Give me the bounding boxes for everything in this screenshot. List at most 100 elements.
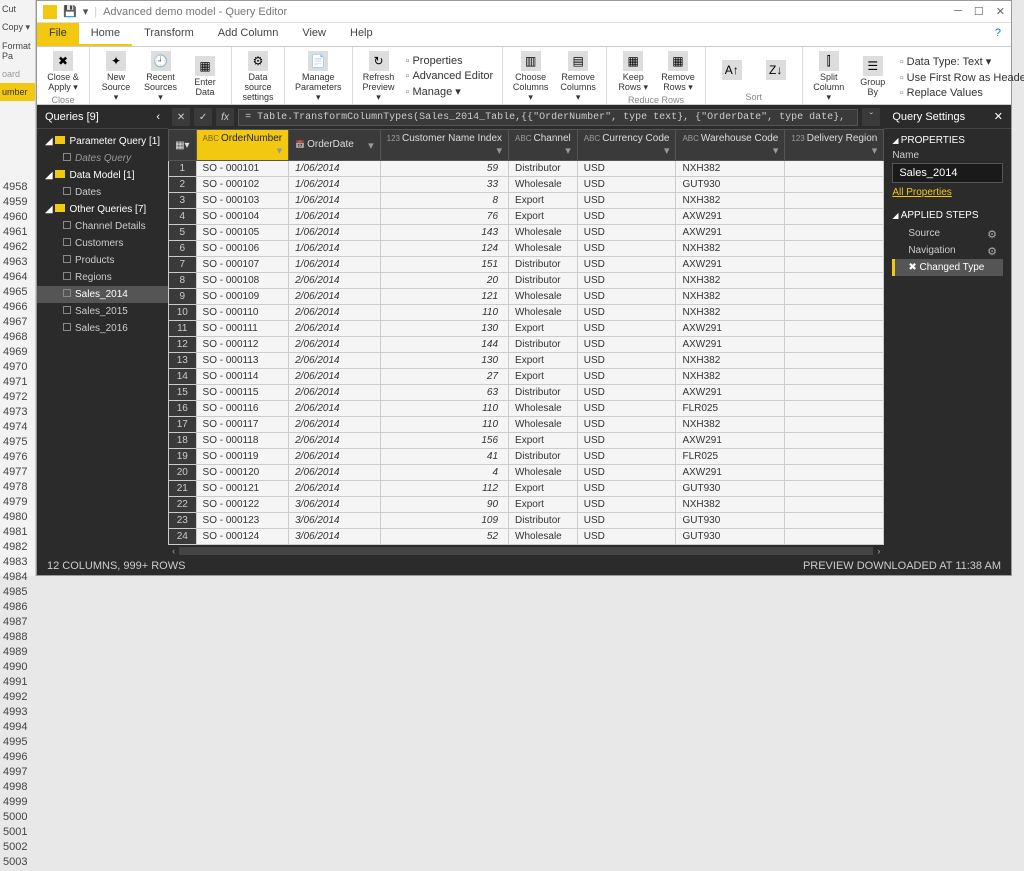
column-header[interactable]: 123Delivery Region▾	[785, 130, 884, 161]
table-row[interactable]: 10SO - 0001102/06/2014110WholesaleUSDNXH…	[169, 305, 884, 321]
formula-commit-button[interactable]: ✓	[194, 108, 212, 126]
cell[interactable]: SO - 000105	[196, 225, 289, 241]
query-item[interactable]: Channel Details	[37, 218, 168, 235]
cell[interactable]: USD	[577, 273, 676, 289]
cell[interactable]: Distributor	[509, 513, 578, 529]
manage-button[interactable]: Manage ▾	[403, 84, 497, 99]
cell[interactable]: 144	[380, 337, 508, 353]
cell[interactable]	[785, 305, 884, 321]
table-row[interactable]: 20SO - 0001202/06/20144WholesaleUSDAXW29…	[169, 465, 884, 481]
row-number[interactable]: 20	[169, 465, 196, 481]
cell[interactable]: 76	[380, 209, 508, 225]
cell[interactable]: Wholesale	[509, 241, 578, 257]
table-row[interactable]: 17SO - 0001172/06/2014110WholesaleUSDNXH…	[169, 417, 884, 433]
tab-transform[interactable]: Transform	[132, 23, 206, 46]
table-row[interactable]: 15SO - 0001152/06/201463DistributorUSDAX…	[169, 385, 884, 401]
cell[interactable]: 143	[380, 225, 508, 241]
cell[interactable]: USD	[577, 225, 676, 241]
cell[interactable]: Distributor	[509, 337, 578, 353]
row-number[interactable]: 14	[169, 369, 196, 385]
cell[interactable]: SO - 000124	[196, 529, 289, 545]
cell[interactable]: USD	[577, 177, 676, 193]
close-apply-button[interactable]: ✖Close & Apply ▾	[43, 49, 83, 95]
query-group[interactable]: ◢ Other Queries [7]	[37, 201, 168, 218]
cell[interactable]	[785, 385, 884, 401]
row-number[interactable]: 24	[169, 529, 196, 545]
cell[interactable]: Export	[509, 433, 578, 449]
cell[interactable]: Wholesale	[509, 401, 578, 417]
cell[interactable]: 151	[380, 257, 508, 273]
cell[interactable]: NXH382	[676, 161, 785, 177]
row-number[interactable]: 6	[169, 241, 196, 257]
applied-step[interactable]: Source⚙	[892, 225, 1003, 242]
row-number[interactable]: 10	[169, 305, 196, 321]
cell[interactable]: SO - 000115	[196, 385, 289, 401]
cell[interactable]: 110	[380, 401, 508, 417]
cell[interactable]: Wholesale	[509, 177, 578, 193]
table-row[interactable]: 4SO - 0001041/06/201476ExportUSDAXW291	[169, 209, 884, 225]
cell[interactable]: USD	[577, 449, 676, 465]
tab-add-column[interactable]: Add Column	[206, 23, 291, 46]
cell[interactable]: NXH382	[676, 369, 785, 385]
tab-view[interactable]: View	[290, 23, 338, 46]
cell[interactable]: 2/06/2014	[289, 305, 381, 321]
query-item[interactable]: Dates	[37, 184, 168, 201]
cell[interactable]: SO - 000121	[196, 481, 289, 497]
cell[interactable]	[785, 465, 884, 481]
all-properties-link[interactable]: All Properties	[892, 187, 951, 198]
save-icon[interactable]: 💾	[63, 5, 77, 18]
gear-icon[interactable]: ⚙	[987, 245, 997, 258]
cell[interactable]: USD	[577, 353, 676, 369]
formula-fx-icon[interactable]: fx	[216, 108, 234, 126]
table-row[interactable]: 24SO - 0001243/06/201452WholesaleUSDGUT9…	[169, 529, 884, 545]
cell[interactable]: SO - 000101	[196, 161, 289, 177]
cell[interactable]: Export	[509, 497, 578, 513]
cell[interactable]: SO - 000109	[196, 289, 289, 305]
query-item[interactable]: Products	[37, 252, 168, 269]
cell[interactable]: SO - 000113	[196, 353, 289, 369]
cell[interactable]: 63	[380, 385, 508, 401]
cell[interactable]: 121	[380, 289, 508, 305]
remove-rows-button[interactable]: ▦Remove Rows ▾	[657, 49, 699, 95]
cell[interactable]: AXW291	[676, 209, 785, 225]
cell[interactable]: USD	[577, 497, 676, 513]
cell[interactable]: Distributor	[509, 257, 578, 273]
cell[interactable]	[785, 241, 884, 257]
cell[interactable]: USD	[577, 401, 676, 417]
data-source-settings-button[interactable]: ⚙Data source settings	[238, 49, 278, 105]
cell[interactable]: 1/06/2014	[289, 177, 381, 193]
query-name-input[interactable]	[892, 163, 1003, 183]
recent-sources-button[interactable]: 🕘Recent Sources ▾	[140, 49, 181, 105]
cell[interactable]: 27	[380, 369, 508, 385]
table-row[interactable]: 2SO - 0001021/06/201433WholesaleUSDGUT93…	[169, 177, 884, 193]
cell[interactable]: SO - 000122	[196, 497, 289, 513]
cell[interactable]: Export	[509, 209, 578, 225]
cell[interactable]: Export	[509, 369, 578, 385]
sort-asc-button[interactable]: A↑	[712, 49, 752, 92]
cell[interactable]: SO - 000106	[196, 241, 289, 257]
cell[interactable]: AXW291	[676, 321, 785, 337]
cell[interactable]: 110	[380, 305, 508, 321]
cell[interactable]: 1/06/2014	[289, 257, 381, 273]
cell[interactable]: 2/06/2014	[289, 337, 381, 353]
cell[interactable]: SO - 000120	[196, 465, 289, 481]
cell[interactable]	[785, 513, 884, 529]
formula-cancel-button[interactable]: ✕	[172, 108, 190, 126]
table-row[interactable]: 14SO - 0001142/06/201427ExportUSDNXH382	[169, 369, 884, 385]
cell[interactable]: 3/06/2014	[289, 497, 381, 513]
first-row-headers-button[interactable]: Use First Row as Headers ▾	[897, 70, 1024, 85]
query-item[interactable]: Customers	[37, 235, 168, 252]
cell[interactable]: 1/06/2014	[289, 225, 381, 241]
scroll-right-icon[interactable]: ›	[877, 546, 880, 556]
horizontal-scrollbar[interactable]: ‹ ›	[168, 545, 884, 557]
table-row[interactable]: 21SO - 0001212/06/2014112ExportUSDGUT930	[169, 481, 884, 497]
cell[interactable]: Distributor	[509, 449, 578, 465]
cell[interactable]: USD	[577, 305, 676, 321]
cell[interactable]: USD	[577, 209, 676, 225]
table-row[interactable]: 7SO - 0001071/06/2014151DistributorUSDAX…	[169, 257, 884, 273]
query-item[interactable]: Regions	[37, 269, 168, 286]
cell[interactable]: 2/06/2014	[289, 321, 381, 337]
qat-dropdown-icon[interactable]: ▾	[83, 5, 89, 18]
cell[interactable]: Wholesale	[509, 465, 578, 481]
cell[interactable]: 1/06/2014	[289, 241, 381, 257]
